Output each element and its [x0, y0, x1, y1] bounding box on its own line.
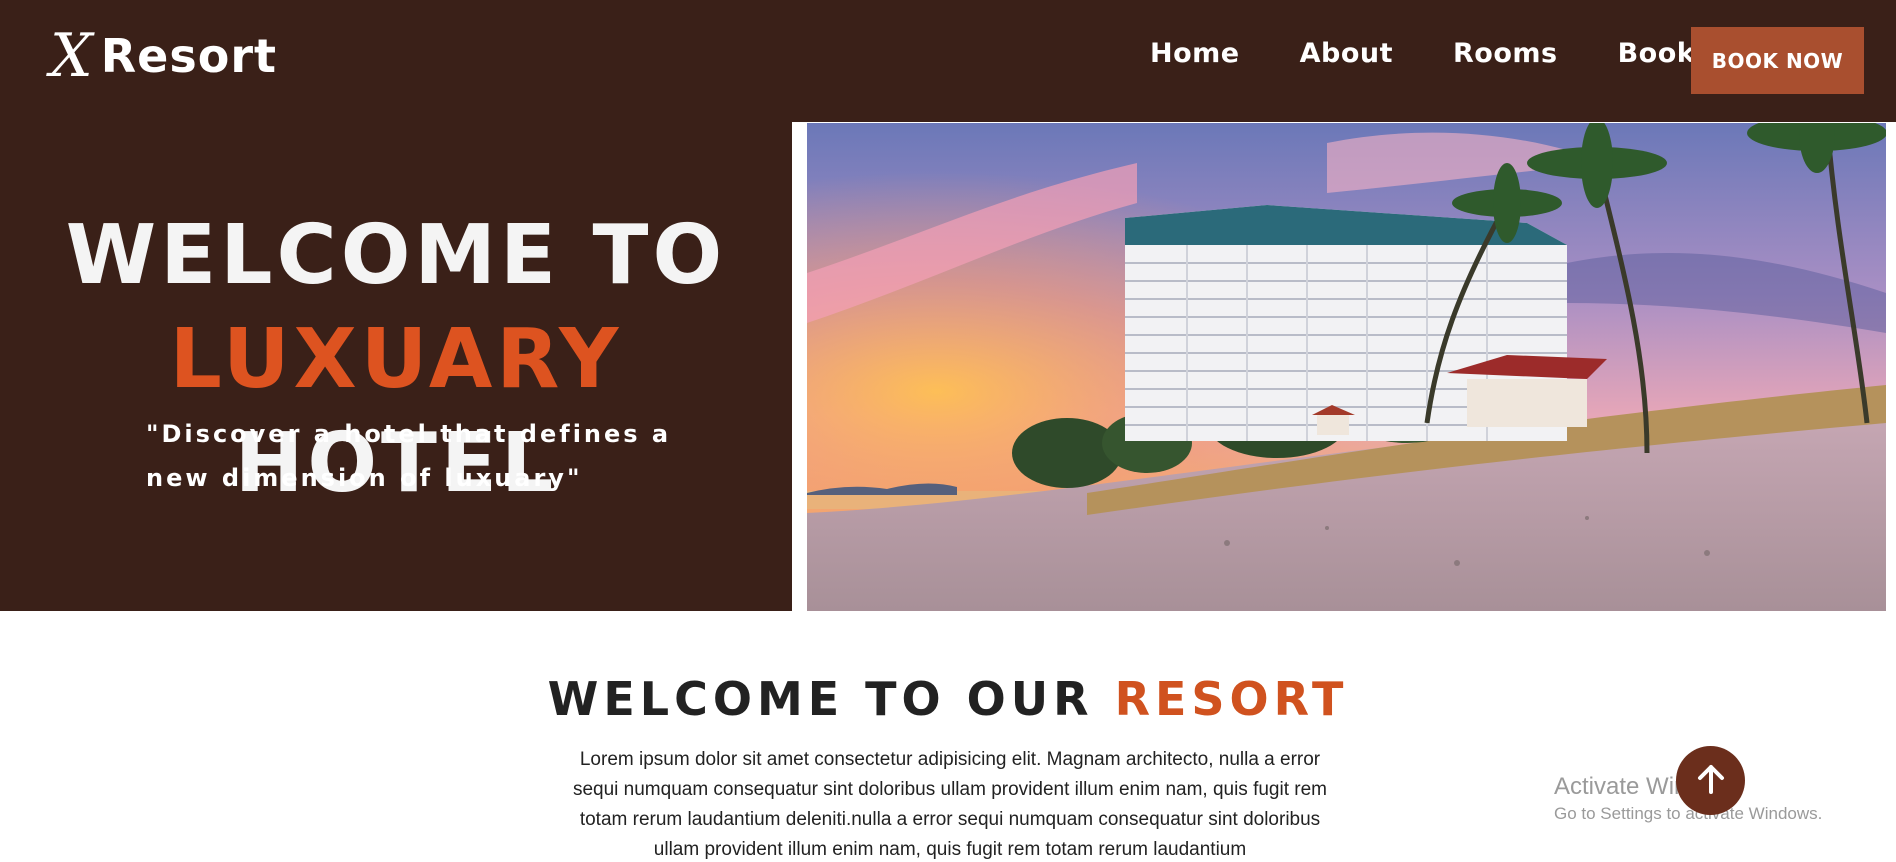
hero-resort-image [807, 123, 1886, 611]
hero-quote: "Discover a hotel that defines a new dim… [146, 420, 672, 492]
hero-panel: WELCOME TO LUXUARY HOTEL "Discover a hot… [0, 122, 792, 611]
arrow-up-icon [1692, 760, 1730, 801]
hero-title-accent: LUXUARY [169, 312, 623, 407]
section-title: WELCOME TO OUR RESORT [0, 672, 1896, 726]
scroll-to-top-button[interactable] [1676, 746, 1745, 815]
logo-mark: X [50, 21, 93, 91]
section-title-accent: RESORT [1114, 672, 1349, 726]
section-description: Lorem ipsum dolor sit amet consectetur a… [572, 749, 1328, 860]
nav-about[interactable]: About [1300, 38, 1393, 69]
nav-rooms[interactable]: Rooms [1453, 38, 1558, 69]
brand-logo[interactable]: X Resort [50, 24, 277, 88]
section-title-plain: WELCOME TO OUR [547, 672, 1094, 726]
hero-title-line1: WELCOME TO [65, 208, 727, 303]
site-header: X Resort Home About Rooms Booking BOOK N… [0, 0, 1896, 122]
logo-text: Resort [100, 29, 277, 83]
book-now-button[interactable]: BOOK NOW [1691, 27, 1864, 94]
nav-home[interactable]: Home [1150, 38, 1240, 69]
